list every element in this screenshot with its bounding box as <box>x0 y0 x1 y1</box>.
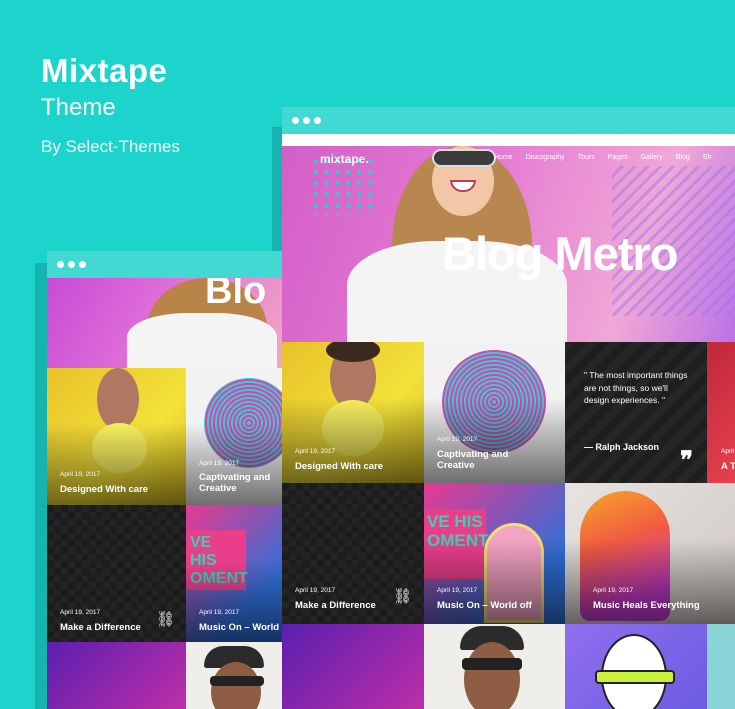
small-tile-captivating[interactable]: April 19, 2017 Captivating and Creative <box>186 368 285 505</box>
small-window-titlebar <box>47 251 285 278</box>
sunglasses <box>210 676 264 686</box>
site-logo[interactable]: mixtape. <box>320 152 369 166</box>
small-tile-purple[interactable] <box>47 642 186 709</box>
large-window-titlebar <box>282 107 735 134</box>
tile-illustration[interactable] <box>565 624 707 709</box>
tile-make-a-difference[interactable]: April 19, 2017 Make a Difference ⛓ <box>282 483 424 624</box>
small-hero-title: Blo <box>205 278 267 312</box>
tile-headphones[interactable] <box>424 624 565 709</box>
brand-block: Mixtape Theme By Select-Themes <box>41 52 180 158</box>
brand-title: Mixtape <box>41 52 168 89</box>
tile-quote[interactable]: " The most important things are not thin… <box>565 342 707 483</box>
quote-author: — Ralph Jackson <box>584 442 660 452</box>
brand-subtitle: Theme <box>41 94 116 121</box>
tile-date: April 19, 2017 <box>60 609 101 616</box>
menu-item-shop[interactable]: Sh <box>703 154 712 161</box>
window-dots-icon <box>57 261 86 268</box>
green-glasses <box>595 670 675 684</box>
small-tile-headphones[interactable] <box>186 642 285 709</box>
tile-partial-a-t[interactable]: April A T <box>707 342 735 483</box>
main-menu: Home Discography Tours Pages Gallery Blo… <box>494 154 711 161</box>
shirt-shape <box>127 313 277 368</box>
small-browser-window: Blo April 19, 2017 Designed With care Ap… <box>47 251 285 709</box>
quote-text: " The most important things are not thin… <box>584 370 688 405</box>
portrait-face <box>464 642 520 709</box>
menu-item-home[interactable]: Home <box>494 154 513 161</box>
tile-title[interactable]: Make a Difference <box>295 600 376 611</box>
menu-item-blog[interactable]: Blog <box>676 154 690 161</box>
menu-item-pages[interactable]: Pages <box>608 154 628 161</box>
tile-designed-with-care[interactable]: April 19, 2017 Designed With care <box>282 342 424 483</box>
sunglasses <box>432 149 496 167</box>
tile-purple[interactable] <box>282 624 424 709</box>
link-icon: ⛓ <box>393 588 413 605</box>
tile-title[interactable]: Music On – World <box>199 622 279 633</box>
window-dots-icon <box>292 117 321 124</box>
tile-date: April 19, 2017 <box>593 587 634 594</box>
tile-title[interactable]: Designed With care <box>60 484 148 495</box>
menu-item-tours[interactable]: Tours <box>578 154 595 161</box>
tile-date: April 19, 2017 <box>295 448 336 455</box>
top-strip <box>282 134 735 146</box>
small-tile-difference[interactable]: April 19, 2017 Make a Difference ⛓ <box>47 505 186 642</box>
sunglasses <box>462 658 522 670</box>
tile-partial-pool[interactable] <box>707 624 735 709</box>
tile-title[interactable]: Music On – World off <box>437 600 532 611</box>
large-hero-banner: mixtape. Home Discography Tours Pages Ga… <box>282 146 735 342</box>
quote-icon: ❞ <box>680 447 693 474</box>
tile-date: April 19, 2017 <box>437 436 478 443</box>
tile-title[interactable]: Captivating and Creative <box>437 449 537 471</box>
menu-item-discography[interactable]: Discography <box>526 154 565 161</box>
tile-music-on[interactable]: VE HIS OMENT April 19, 2017 Music On – W… <box>424 483 565 624</box>
brand-byline: By Select-Themes <box>41 137 180 156</box>
tile-date: April <box>721 448 735 455</box>
tile-date: April 19, 2017 <box>60 471 101 478</box>
tile-title[interactable]: Designed With care <box>295 461 383 472</box>
tile-date: April 19, 2017 <box>295 587 336 594</box>
small-hero-banner: Blo <box>47 278 285 368</box>
tile-date: April 19, 2017 <box>199 609 240 616</box>
hero-title: Blog Metro <box>442 227 678 280</box>
portrait-face <box>97 368 139 430</box>
menu-item-gallery[interactable]: Gallery <box>641 154 663 161</box>
tile-title[interactable]: A T <box>721 461 735 472</box>
small-tile-designed[interactable]: April 19, 2017 Designed With care <box>47 368 186 505</box>
tile-music-heals[interactable]: April 19, 2017 Music Heals Everything <box>565 483 735 624</box>
link-icon: ⛓ <box>156 611 176 628</box>
tile-title[interactable]: Captivating and Creative <box>199 472 284 494</box>
tile-title[interactable]: Make a Difference <box>60 622 141 633</box>
tile-date: April 19, 2017 <box>437 587 478 594</box>
tile-date: April 19, 2017 <box>199 460 240 467</box>
tile-title[interactable]: Music Heals Everything <box>593 600 700 611</box>
small-tile-music-on[interactable]: VE HIS OMENT April 19, 2017 Music On – W… <box>186 505 285 642</box>
tile-captivating[interactable]: April 19, 2017 Captivating and Creative <box>424 342 565 483</box>
large-browser-window: mixtape. Home Discography Tours Pages Ga… <box>282 107 735 709</box>
